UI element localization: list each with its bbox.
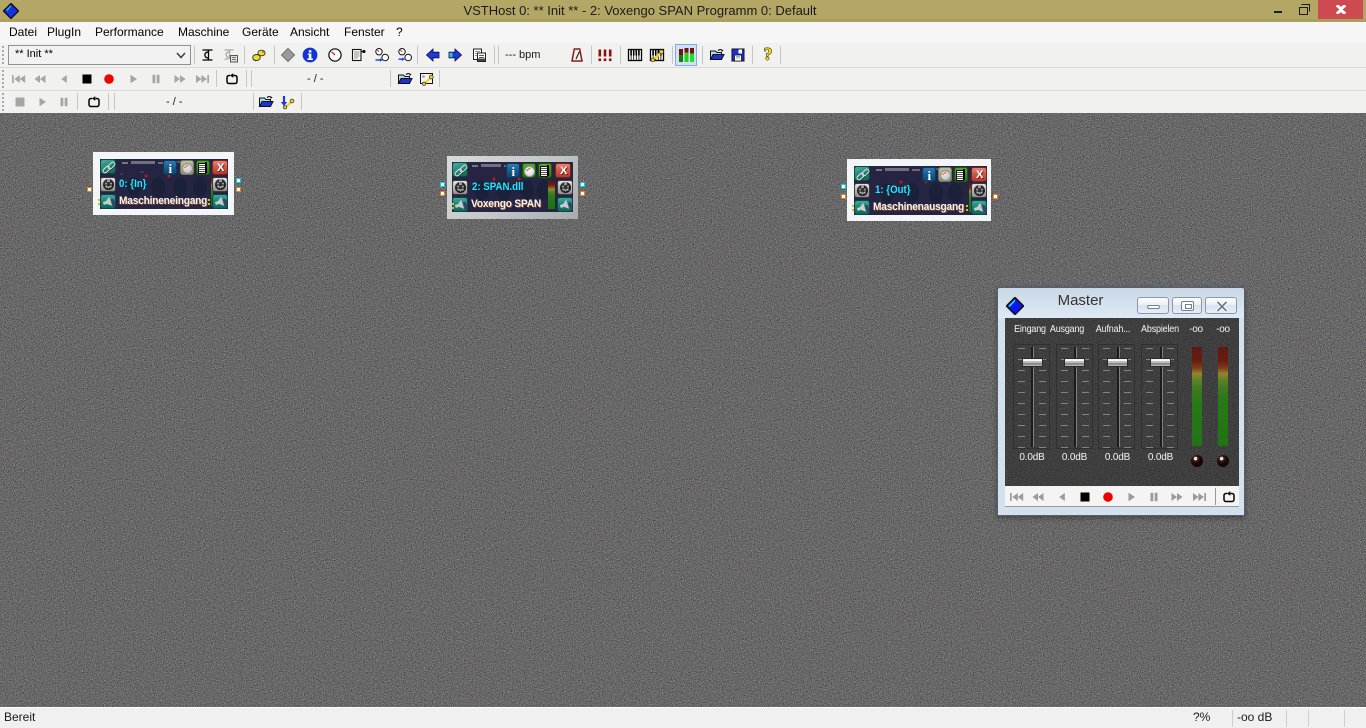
svg-text:?: ? [764, 46, 773, 64]
